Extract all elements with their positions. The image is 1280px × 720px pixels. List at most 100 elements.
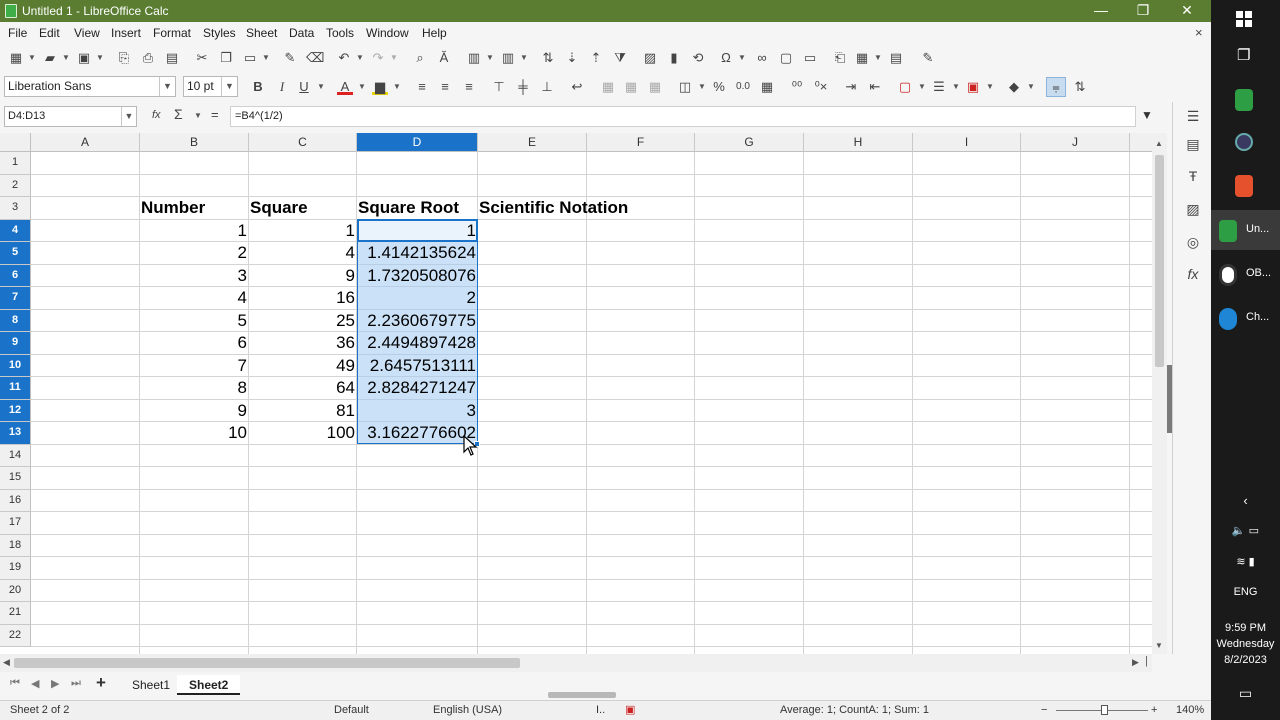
column-header-f[interactable]: F xyxy=(587,133,695,152)
selection-mode-icon[interactable]: I.. xyxy=(596,701,605,720)
chevron-down-icon[interactable]: ▼ xyxy=(96,50,104,66)
row-header-11[interactable]: 11 xyxy=(0,377,31,400)
formula-input[interactable]: =B4^(1/2) xyxy=(230,106,1136,127)
clock-day[interactable]: Wednesday xyxy=(1211,638,1280,650)
show-grid-lines-icon[interactable]: ⩦ xyxy=(1046,77,1066,97)
cell-c13[interactable]: 100 xyxy=(249,422,355,444)
expand-formula-bar-icon[interactable]: ▼ xyxy=(1141,108,1153,122)
spelling-icon[interactable]: Ă xyxy=(436,50,452,66)
cell-c6[interactable]: 9 xyxy=(249,265,355,287)
special-character-icon[interactable]: Ω xyxy=(718,50,734,66)
column-header-b[interactable]: B xyxy=(140,133,249,152)
row-header-16[interactable]: 16 xyxy=(0,490,31,512)
scroll-up-icon[interactable]: ▲ xyxy=(1155,139,1163,148)
chevron-down-icon[interactable]: ▼ xyxy=(520,50,528,66)
tab-sheet2[interactable]: Sheet2 xyxy=(177,675,241,695)
text-language[interactable]: English (USA) xyxy=(433,701,502,720)
cell-c10[interactable]: 49 xyxy=(249,355,355,377)
merge-center-icon[interactable]: ▦ xyxy=(600,79,616,95)
formula-equals-icon[interactable]: = xyxy=(211,107,219,122)
menu-data[interactable]: Data xyxy=(289,26,314,40)
chevron-down-icon[interactable]: ▼ xyxy=(28,50,36,66)
row-header-17[interactable]: 17 xyxy=(0,512,31,535)
redo-icon[interactable]: ↷ xyxy=(370,50,386,66)
cell-c4[interactable]: 1 xyxy=(249,220,355,242)
autofilter-icon[interactable]: ⧩ xyxy=(612,50,628,66)
undo-icon[interactable]: ↶ xyxy=(336,50,352,66)
tab-area-resizer[interactable] xyxy=(548,692,616,698)
open-folder-icon[interactable]: ▰ xyxy=(42,50,58,66)
borders-icon[interactable]: ▢ xyxy=(897,79,913,95)
align-center-icon[interactable]: ≡ xyxy=(437,79,453,95)
cell-b13[interactable]: 10 xyxy=(140,422,247,444)
row-header-7[interactable]: 7 xyxy=(0,287,31,310)
minimize-button[interactable]: — xyxy=(1080,0,1122,22)
chevron-down-icon[interactable]: ▼ xyxy=(121,107,136,126)
menu-styles[interactable]: Styles xyxy=(203,26,236,40)
sidebar-menu-icon[interactable]: ☰ xyxy=(1184,107,1202,125)
column-header-g[interactable]: G xyxy=(695,133,804,152)
scroll-down-icon[interactable]: ▼ xyxy=(1155,641,1163,650)
cell-d4[interactable]: 1 xyxy=(357,220,476,242)
row-header-18[interactable]: 18 xyxy=(0,535,31,557)
row-header-21[interactable]: 21 xyxy=(0,602,31,625)
row-header-9[interactable]: 9 xyxy=(0,332,31,355)
cell-d3[interactable]: Square Root xyxy=(358,197,459,219)
align-right-icon[interactable]: ≡ xyxy=(461,79,477,95)
cell-b9[interactable]: 6 xyxy=(140,332,247,354)
export-pdf-icon[interactable]: ⎘ xyxy=(116,50,132,66)
chevron-down-icon[interactable]: ▼ xyxy=(393,79,401,95)
start-button[interactable] xyxy=(1211,0,1280,40)
styles-icon[interactable]: Ŧ xyxy=(1184,167,1202,185)
header-footer-icon[interactable]: ▭ xyxy=(802,50,818,66)
menu-edit[interactable]: Edit xyxy=(39,26,60,40)
row-header-8[interactable]: 8 xyxy=(0,310,31,332)
next-sheet-icon[interactable]: ▶ xyxy=(51,677,59,690)
zoom-level[interactable]: 140% xyxy=(1176,701,1204,720)
chevron-down-icon[interactable]: ▼ xyxy=(918,79,926,95)
clock-time[interactable]: 9:59 PM xyxy=(1211,622,1280,634)
align-top-icon[interactable]: ⊤ xyxy=(491,79,507,95)
chevron-down-icon[interactable]: ▼ xyxy=(986,79,994,95)
row-header-22[interactable]: 22 xyxy=(0,625,31,647)
sort-ascending-icon[interactable]: ⇣ xyxy=(564,50,580,66)
row-header-13[interactable]: 13 xyxy=(0,422,31,445)
cell-c8[interactable]: 25 xyxy=(249,310,355,332)
cell-d6[interactable]: 1.7320508076 xyxy=(357,265,476,287)
clone-formatting-icon[interactable]: ✎ xyxy=(282,50,298,66)
cell-d5[interactable]: 1.4142135624 xyxy=(357,242,476,264)
column-icon[interactable]: ▥ xyxy=(500,50,516,66)
pinned-calc[interactable] xyxy=(1211,79,1280,119)
cell-b6[interactable]: 3 xyxy=(140,265,247,287)
insert-chart-icon[interactable]: ▮ xyxy=(666,50,682,66)
column-header-e[interactable]: E xyxy=(478,133,587,152)
task-view-button[interactable]: ❐ xyxy=(1211,36,1280,76)
horizontal-scroll-thumb[interactable] xyxy=(14,658,520,668)
row-header-6[interactable]: 6 xyxy=(0,265,31,287)
menu-window[interactable]: Window xyxy=(366,26,409,40)
add-decimal-icon[interactable]: ⁰⁰ xyxy=(789,79,805,95)
chevron-down-icon[interactable]: ▼ xyxy=(317,79,325,95)
cell-b4[interactable]: 1 xyxy=(140,220,247,242)
vertical-scrollbar[interactable]: ▲ ▼ xyxy=(1152,133,1167,654)
text-direction-icon[interactable]: ⇅ xyxy=(1072,79,1088,95)
column-header-h[interactable]: H xyxy=(804,133,913,152)
format-date-icon[interactable]: ▦ xyxy=(759,79,775,95)
insert-image-icon[interactable]: ▨ xyxy=(642,50,658,66)
pinned-davinci[interactable] xyxy=(1211,123,1280,163)
italic-icon[interactable]: I xyxy=(274,79,290,95)
taskbar-app-obs[interactable]: OB... xyxy=(1211,254,1280,294)
zoom-in-icon[interactable]: + xyxy=(1151,701,1157,720)
cell-b3[interactable]: Number xyxy=(141,197,205,219)
column-header-c[interactable]: C xyxy=(249,133,357,152)
cell-c9[interactable]: 36 xyxy=(249,332,355,354)
menu-view[interactable]: View xyxy=(74,26,100,40)
taskbar-app-chrome[interactable]: Ch... xyxy=(1211,298,1280,338)
row-header-5[interactable]: 5 xyxy=(0,242,31,265)
cell-d13[interactable]: 3.1622776602 xyxy=(357,422,476,444)
clock-date[interactable]: 8/2/2023 xyxy=(1211,654,1280,666)
column-header-j[interactable]: J xyxy=(1021,133,1130,152)
previous-sheet-icon[interactable]: ◀ xyxy=(31,677,39,690)
draw-functions-icon[interactable]: ✎ xyxy=(920,50,936,66)
split-handle-icon[interactable]: | xyxy=(1145,655,1148,667)
